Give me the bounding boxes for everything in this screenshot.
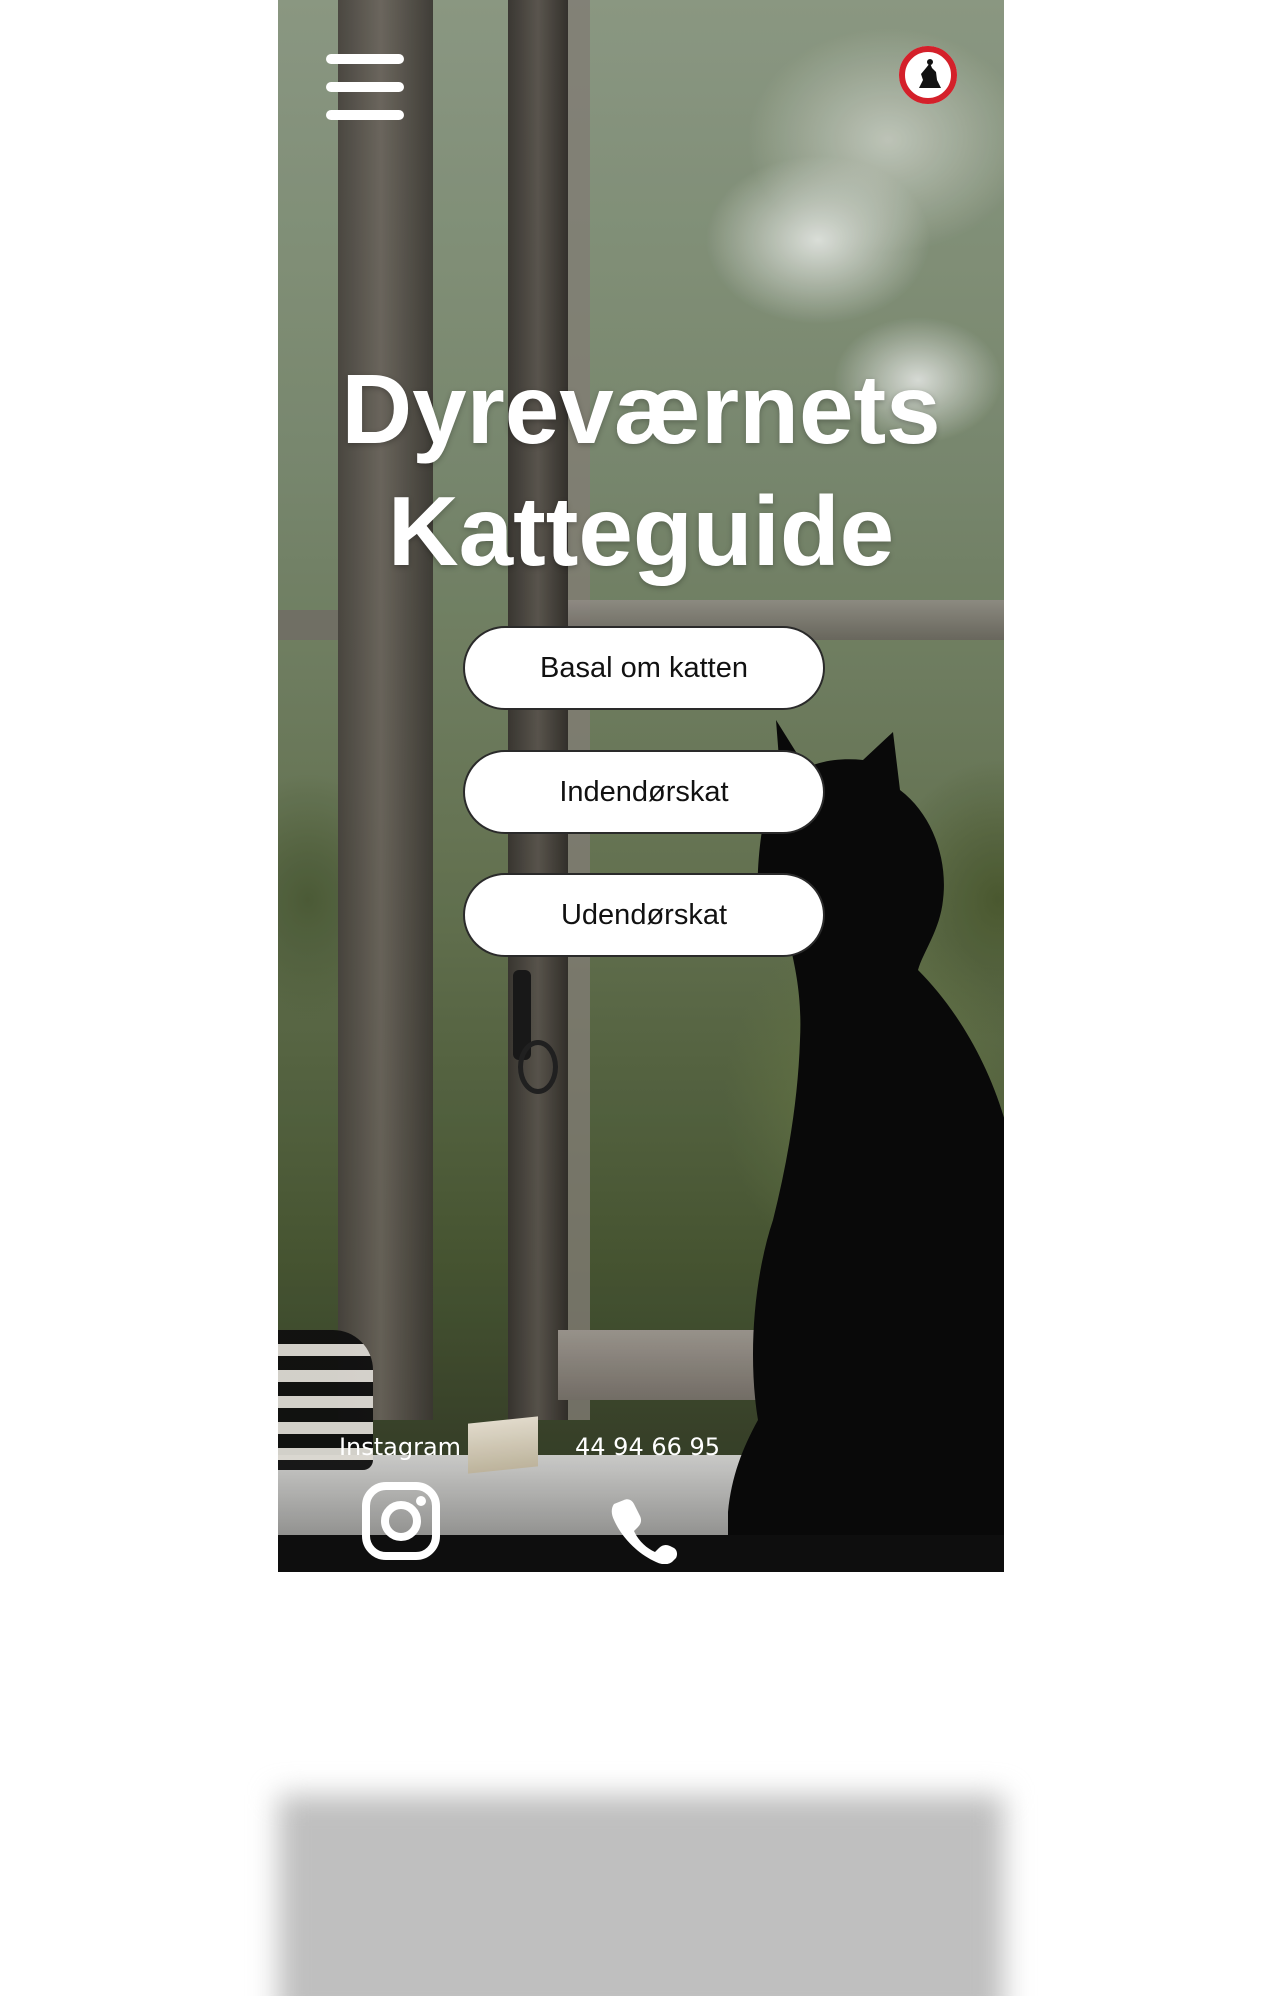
hero-section: Dyreværnets Katteguide Basal om katten I… [278, 0, 1004, 1572]
hamburger-menu-icon [326, 54, 404, 64]
instagram-icon[interactable] [361, 1481, 441, 1561]
blurred-next-section [278, 1795, 1004, 1996]
page-title: Dyreværnets Katteguide [278, 348, 1004, 592]
basal-om-katten-button[interactable]: Basal om katten [463, 626, 825, 710]
page: Dyreværnets Katteguide Basal om katten I… [0, 0, 1280, 1996]
udendorskat-button[interactable]: Udendørskat [463, 873, 825, 957]
phone-number-label[interactable]: 44 94 66 95 [575, 1430, 720, 1464]
title-line-1: Dyreværnets [341, 354, 941, 464]
dyrevaernet-logo-icon[interactable] [897, 44, 959, 106]
title-line-2: Katteguide [387, 476, 895, 586]
phone-icon[interactable] [610, 1496, 678, 1564]
instagram-label[interactable]: Instagram [338, 1430, 462, 1464]
menu-button[interactable] [326, 52, 406, 122]
indendorskat-button[interactable]: Indendørskat [463, 750, 825, 834]
